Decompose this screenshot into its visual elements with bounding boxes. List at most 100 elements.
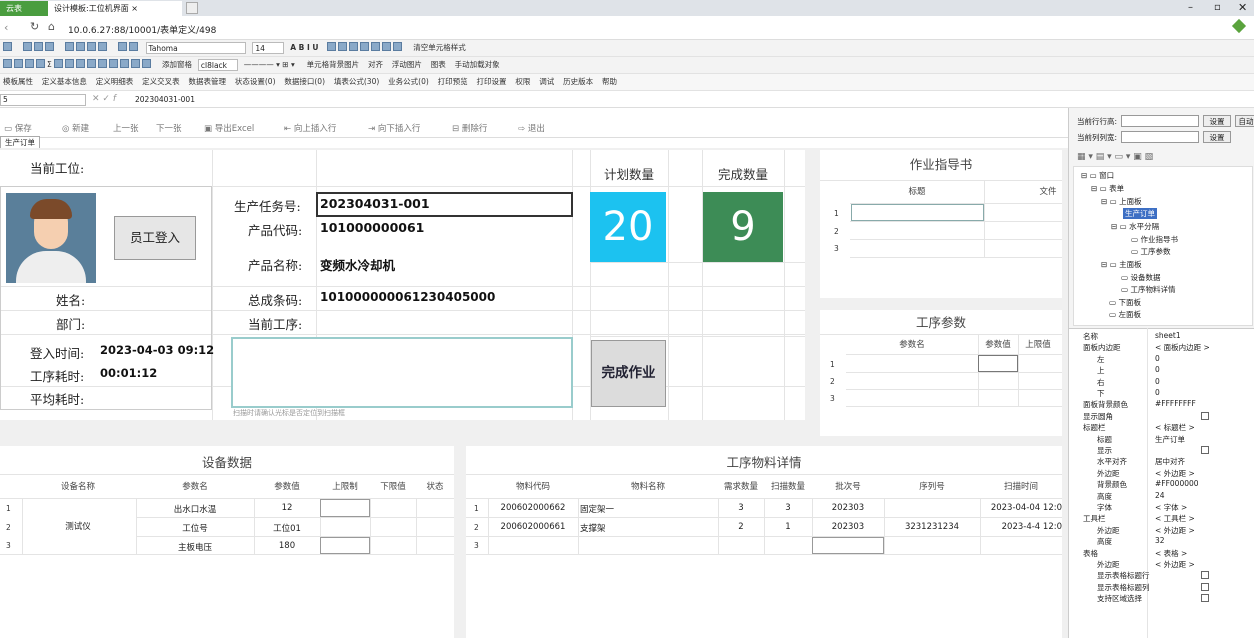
row-height-set-button[interactable]: 设置 <box>1203 115 1231 127</box>
scan-input-box[interactable] <box>231 337 573 408</box>
back-icon[interactable]: ‹ <box>4 21 8 34</box>
add-pane-button[interactable]: 添加窗格 <box>159 57 195 73</box>
font-select[interactable]: Tahoma <box>145 42 246 54</box>
menu-item[interactable]: 业务公式(0) <box>385 74 432 90</box>
property-row[interactable]: 外边距 < 外边距 > <box>1075 468 1254 479</box>
property-checkbox[interactable] <box>1201 446 1209 454</box>
minimize-button[interactable]: – <box>1188 2 1193 13</box>
insert-down-button[interactable]: ⇥ 向下插入行 <box>368 122 420 134</box>
cell-ref-field[interactable]: 5 <box>0 94 86 106</box>
property-row[interactable]: 面板内边距 < 面板内边距 > <box>1075 342 1254 353</box>
property-row[interactable]: 显示表格标题列 <box>1075 582 1254 593</box>
property-value[interactable]: < 工具栏 > <box>1155 513 1195 524</box>
property-checkbox[interactable] <box>1201 594 1209 603</box>
property-value[interactable]: < 表格 > <box>1155 548 1187 559</box>
property-row[interactable]: 背景颜色 #FF000000 <box>1075 479 1254 490</box>
property-value[interactable]: 0 <box>1155 354 1160 363</box>
employee-login-button[interactable]: 员工登入 <box>114 216 196 260</box>
reload-icon[interactable]: ↻ <box>30 20 39 33</box>
tree-node-bottom-panel[interactable]: ▭ 下面板 <box>1109 297 1141 308</box>
new-button[interactable]: ◎ 新建 <box>62 122 89 134</box>
menu-item[interactable]: 权限 <box>512 74 533 90</box>
extension-icon[interactable] <box>1231 18 1247 34</box>
property-row[interactable]: 支持区域选择 <box>1075 593 1254 604</box>
property-value[interactable]: #FF000000 <box>1155 479 1199 488</box>
menu-item[interactable]: 调试 <box>536 74 557 90</box>
undo-icon[interactable] <box>115 40 143 56</box>
property-value[interactable]: 24 <box>1155 491 1165 500</box>
new-tab-button[interactable] <box>186 2 198 14</box>
tree-node-form[interactable]: ⊟ ▭ 表单 <box>1091 183 1124 194</box>
property-row[interactable]: 外边距 < 外边距 > <box>1075 525 1254 536</box>
property-value[interactable]: 32 <box>1155 536 1165 545</box>
home-icon[interactable]: ⌂ <box>48 20 55 33</box>
property-row[interactable]: 名称 sheet1 <box>1075 331 1254 342</box>
property-checkbox[interactable] <box>1201 571 1209 580</box>
tree-node-equipment[interactable]: ▭ 设备数据 <box>1121 272 1160 283</box>
chart-button[interactable]: 图表 <box>428 57 449 73</box>
property-value[interactable]: < 外边距 > <box>1155 525 1195 536</box>
tree-node-materials[interactable]: ▭ 工序物料详情 <box>1121 284 1175 295</box>
menu-item[interactable]: 历史版本 <box>560 74 596 90</box>
menu-item[interactable]: 数据接口(0) <box>281 74 328 90</box>
property-value[interactable]: 0 <box>1155 388 1160 397</box>
property-row[interactable]: 下0 <box>1075 388 1254 399</box>
auto-button[interactable]: 自动 <box>1235 115 1254 127</box>
property-checkbox[interactable] <box>1201 582 1209 591</box>
tree-node-params[interactable]: ▭ 工序参数 <box>1131 246 1170 257</box>
line-style-icon[interactable]: ———— ▾ ⊞ ▾ <box>241 57 301 73</box>
property-row[interactable]: 显示圆角 <box>1075 411 1254 422</box>
sheet-tab-production-order[interactable]: 生产订单 <box>0 136 40 148</box>
property-value[interactable]: < 标题栏 > <box>1155 422 1195 433</box>
close-window-button[interactable]: ✕ <box>1238 1 1247 14</box>
cancel-icon[interactable]: ✕ ✓ f <box>92 94 116 104</box>
tree-node-production-order[interactable]: 生产订单 <box>1123 208 1157 219</box>
property-value[interactable]: 0 <box>1155 365 1160 374</box>
menu-item[interactable]: 模板属性 <box>0 74 36 90</box>
property-row[interactable]: 外边距 < 外边距 > <box>1075 559 1254 570</box>
save-icon[interactable] <box>0 40 17 56</box>
menu-item[interactable]: 打印设置 <box>474 74 510 90</box>
export-button[interactable]: ▣ 导出Excel <box>204 122 254 134</box>
prev-button[interactable]: 上一张 <box>113 122 139 134</box>
property-row[interactable]: 标题栏 < 标题栏 > <box>1075 422 1254 433</box>
tree-node-hsplit[interactable]: ⊟ ▭ 水平分隔 <box>1111 221 1159 232</box>
font-size-select[interactable]: 14 <box>252 42 285 54</box>
manual-load-button[interactable]: 手动加载对象 <box>452 57 503 73</box>
menu-item[interactable]: 帮助 <box>599 74 620 90</box>
tree-node-main-panel[interactable]: ⊟ ▭ 主面板 <box>1101 259 1142 270</box>
tree-node-guide[interactable]: ▭ 作业指导书 <box>1131 234 1178 245</box>
menu-item[interactable]: 定义交叉表 <box>139 74 183 90</box>
finish-job-button[interactable]: 完成作业 <box>591 340 666 407</box>
property-row[interactable]: 标题 生产订单 <box>1075 434 1254 445</box>
delete-row-button[interactable]: ⊟ 删除行 <box>452 122 487 134</box>
row-height-input[interactable] <box>1121 115 1199 127</box>
align-icons[interactable] <box>324 40 407 56</box>
close-icon[interactable]: × <box>131 4 138 13</box>
eq-selected-cell[interactable] <box>320 537 370 554</box>
menu-item[interactable]: 定义基本信息 <box>39 74 90 90</box>
cell-bg-image-button[interactable]: 单元格背景图片 <box>304 57 363 73</box>
clear-style-button[interactable]: 清空单元格样式 <box>410 40 469 56</box>
browser-tab-designer[interactable]: 设计模板:工位机界面 × <box>48 1 182 16</box>
property-row[interactable]: 左0 <box>1075 354 1254 365</box>
property-value[interactable]: 居中对齐 <box>1155 456 1185 467</box>
property-row[interactable]: 显示表格标题行 <box>1075 570 1254 581</box>
property-value[interactable]: < 外边距 > <box>1155 468 1195 479</box>
property-value[interactable]: < 字体 > <box>1155 502 1187 513</box>
color-select[interactable]: cl8lack <box>197 59 238 71</box>
menu-item[interactable]: 打印预览 <box>435 74 471 90</box>
property-row[interactable]: 水平对齐 居中对齐 <box>1075 456 1254 467</box>
property-row[interactable]: 右0 <box>1075 377 1254 388</box>
property-row[interactable]: 高度 24 <box>1075 491 1254 502</box>
eq-selected-cell[interactable] <box>320 499 370 517</box>
property-value[interactable]: < 面板内边距 > <box>1155 342 1210 353</box>
tree-node-left-panel[interactable]: ▭ 左面板 <box>1109 309 1141 320</box>
float-image-button[interactable]: 浮动图片 <box>389 57 425 73</box>
bold-icon[interactable]: A B I U <box>287 40 321 56</box>
property-row[interactable]: 高度 32 <box>1075 536 1254 547</box>
copy-icon[interactable] <box>20 40 59 56</box>
property-value[interactable]: sheet1 <box>1155 331 1181 340</box>
grid-icons[interactable]: Σ <box>0 57 156 73</box>
panel-toolbar-icons[interactable]: ▦ ▾ ▤ ▾ ▭ ▾ ▣ ▧ <box>1077 152 1153 162</box>
